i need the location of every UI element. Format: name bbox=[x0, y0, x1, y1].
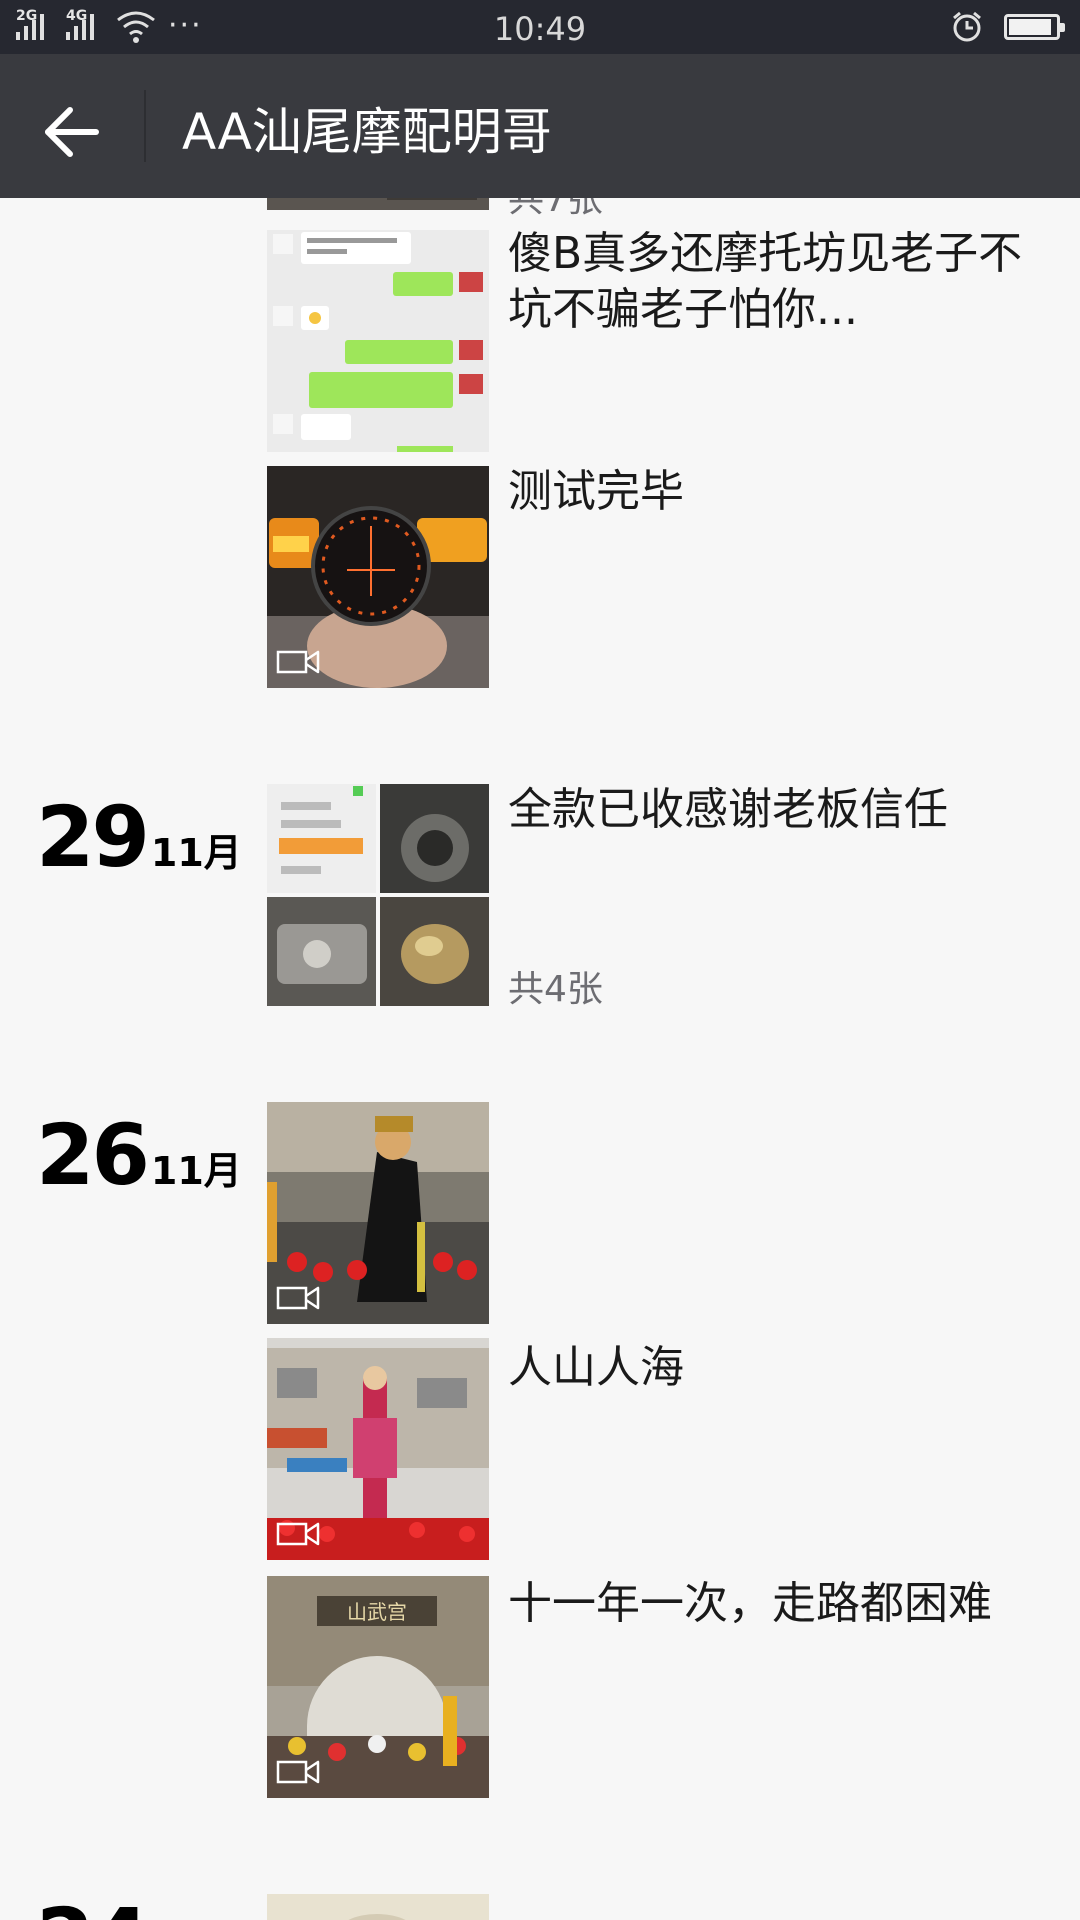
video-icon bbox=[276, 1760, 320, 1784]
date-day: 26 bbox=[36, 1106, 150, 1204]
album-feed[interactable]: 共7张 傻B真多还摩托坊见老子不坑不骗老子怕你... 测试完毕 29 11月 全… bbox=[0, 198, 1080, 1920]
post-caption[interactable]: 测试完毕 bbox=[508, 464, 1038, 520]
status-bar: 2G 4G ··· 10:49 bbox=[0, 0, 1080, 54]
clock: 10:49 bbox=[493, 10, 587, 48]
photo-count: 共7张 bbox=[508, 198, 603, 220]
post-caption[interactable]: 十一年一次，走路都困难 bbox=[508, 1576, 1038, 1632]
video-icon bbox=[276, 1286, 320, 1310]
date-label: 24 bbox=[36, 1890, 150, 1920]
temple-sign: 山武宫 bbox=[347, 1600, 407, 1624]
post-caption[interactable]: 人山人海 bbox=[508, 1340, 1038, 1396]
post-thumbnail[interactable] bbox=[267, 1102, 489, 1324]
alarm-icon bbox=[953, 11, 981, 42]
date-day: 29 bbox=[36, 788, 150, 886]
post-caption[interactable]: 全款已收感谢老板信任 bbox=[508, 782, 1038, 838]
date-label: 29 11月 bbox=[36, 788, 242, 886]
post-thumbnail[interactable] bbox=[267, 198, 489, 210]
video-icon bbox=[276, 650, 320, 674]
post-thumbnail[interactable] bbox=[267, 1338, 489, 1560]
date-month: 11月 bbox=[150, 831, 242, 875]
post-thumbnail[interactable] bbox=[267, 1894, 489, 1920]
post-thumbnail-grid[interactable] bbox=[267, 784, 489, 1006]
post-caption[interactable]: 傻B真多还摩托坊见老子不坑不骗老子怕你... bbox=[508, 226, 1038, 338]
post-thumbnail[interactable] bbox=[267, 230, 489, 452]
header-divider bbox=[144, 90, 146, 162]
app-bar: AA汕尾摩配明哥 bbox=[0, 54, 1080, 198]
date-day: 24 bbox=[36, 1890, 150, 1920]
video-icon bbox=[276, 1522, 320, 1546]
post-thumbnail[interactable]: 山武宫 bbox=[267, 1576, 489, 1798]
back-arrow-icon[interactable] bbox=[36, 96, 108, 168]
post-thumbnail[interactable] bbox=[267, 466, 489, 688]
photo-count: 共4张 bbox=[508, 969, 603, 1010]
battery-icon bbox=[1004, 14, 1065, 40]
date-label: 26 11月 bbox=[36, 1106, 242, 1204]
date-month: 11月 bbox=[150, 1149, 242, 1193]
page-title: AA汕尾摩配明哥 bbox=[182, 103, 552, 161]
